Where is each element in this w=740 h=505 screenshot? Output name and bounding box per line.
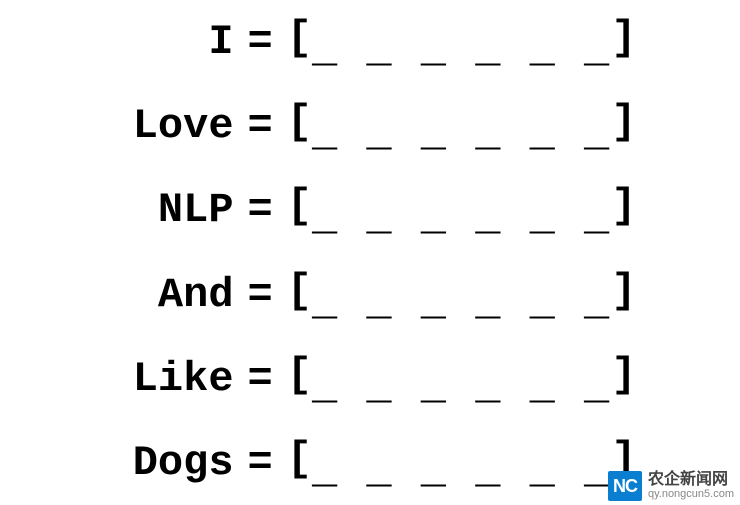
word-label: Like: [104, 355, 234, 403]
bracket-open: [: [287, 14, 312, 62]
vector-row: And = [_ _ _ _ _ _]: [40, 271, 700, 319]
bracket-open: [: [287, 98, 312, 146]
vector-placeholder: [_ _ _ _ _ _]: [287, 18, 637, 66]
watermark-logo-text: NC: [613, 476, 637, 497]
vector-rows: I = [_ _ _ _ _ _] Love = [_ _ _ _ _ _] N…: [0, 0, 740, 505]
bracket-open: [: [287, 182, 312, 230]
vector-blanks: _ _ _ _ _ _: [312, 447, 611, 495]
bracket-close: ]: [611, 267, 636, 315]
equals-sign: =: [248, 439, 273, 487]
vector-placeholder: [_ _ _ _ _ _]: [287, 271, 637, 319]
equals-sign: =: [248, 186, 273, 234]
bracket-open: [: [287, 267, 312, 315]
word-label: Love: [104, 102, 234, 150]
bracket-close: ]: [611, 98, 636, 146]
watermark-logo-icon: NC: [608, 471, 642, 501]
vector-row: NLP = [_ _ _ _ _ _]: [40, 186, 700, 234]
word-label: NLP: [104, 186, 234, 234]
vector-row: I = [_ _ _ _ _ _]: [40, 18, 700, 66]
equals-sign: =: [248, 102, 273, 150]
equals-sign: =: [248, 271, 273, 319]
vector-placeholder: [_ _ _ _ _ _]: [287, 355, 637, 403]
bracket-open: [: [287, 435, 312, 483]
vector-row: Like = [_ _ _ _ _ _]: [40, 355, 700, 403]
word-label: I: [104, 18, 234, 66]
vector-placeholder: [_ _ _ _ _ _]: [287, 439, 637, 487]
equals-sign: =: [248, 355, 273, 403]
bracket-close: ]: [611, 14, 636, 62]
watermark-text: 农企新闻网 qy.nongcun5.com: [648, 472, 734, 500]
vector-row: Love = [_ _ _ _ _ _]: [40, 102, 700, 150]
equals-sign: =: [248, 18, 273, 66]
watermark: NC 农企新闻网 qy.nongcun5.com: [608, 471, 734, 501]
vector-placeholder: [_ _ _ _ _ _]: [287, 102, 637, 150]
vector-blanks: _ _ _ _ _ _: [312, 279, 611, 327]
vector-blanks: _ _ _ _ _ _: [312, 26, 611, 74]
bracket-close: ]: [611, 351, 636, 399]
bracket-open: [: [287, 351, 312, 399]
vector-placeholder: [_ _ _ _ _ _]: [287, 186, 637, 234]
watermark-cn: 农企新闻网: [648, 472, 734, 489]
vector-blanks: _ _ _ _ _ _: [312, 110, 611, 158]
vector-blanks: _ _ _ _ _ _: [312, 363, 611, 411]
bracket-close: ]: [611, 182, 636, 230]
word-label: Dogs: [104, 439, 234, 487]
vector-blanks: _ _ _ _ _ _: [312, 194, 611, 242]
vector-row: Dogs = [_ _ _ _ _ _]: [40, 439, 700, 487]
watermark-url: qy.nongcun5.com: [648, 489, 734, 501]
word-label: And: [104, 271, 234, 319]
